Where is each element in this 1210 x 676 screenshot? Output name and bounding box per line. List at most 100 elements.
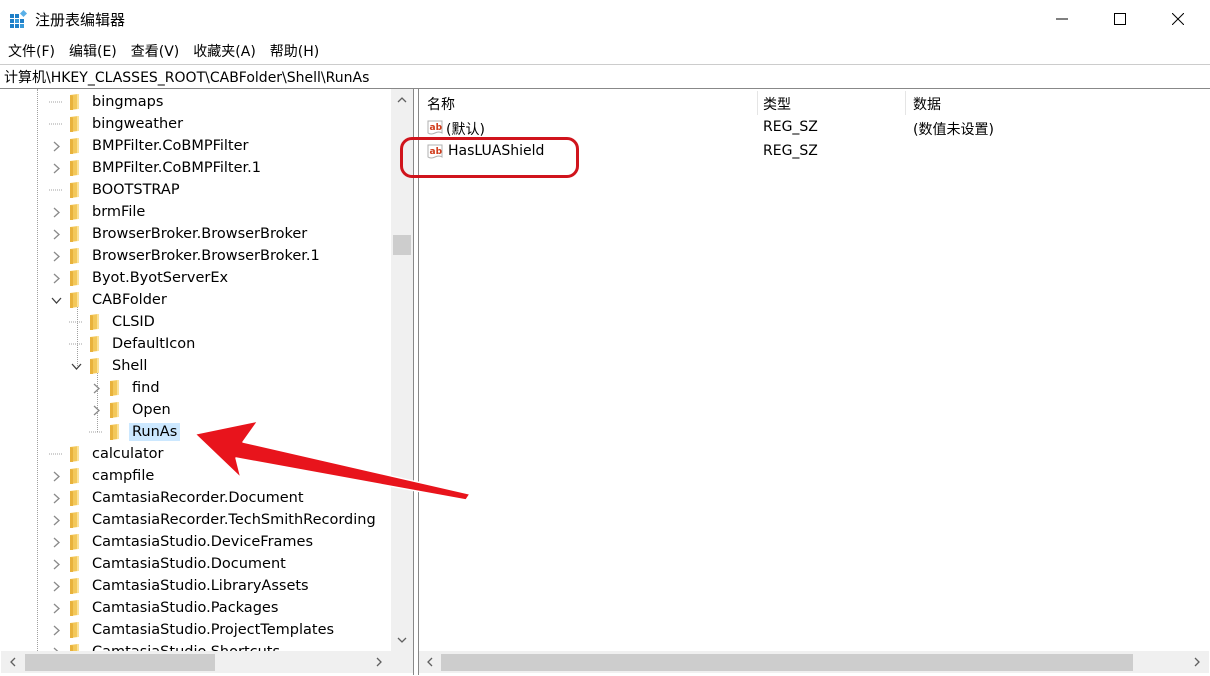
menu-view[interactable]: 查看(V)	[131, 39, 180, 63]
tree-item-bmpfilter-cobmpfilter-1[interactable]: BMPFilter.CoBMPFilter.1	[49, 157, 264, 179]
tree-vertical-scrollbar[interactable]	[391, 89, 413, 651]
chevron-right-icon[interactable]	[49, 271, 63, 285]
tree-item-label: CamtasiaStudio.Packages	[92, 600, 279, 616]
tree-item-label: find	[132, 380, 160, 396]
folder-icon	[107, 402, 121, 418]
chevron-down-icon[interactable]	[69, 359, 83, 373]
tree-item-label: brmFile	[92, 204, 146, 220]
tree-item-browserbroker-browserbroker[interactable]: BrowserBroker.BrowserBroker	[49, 223, 310, 245]
chevron-up-icon	[397, 97, 407, 103]
chevron-right-icon[interactable]	[49, 623, 63, 637]
column-header-name[interactable]: 名称	[419, 93, 757, 115]
value-row-default[interactable]: ab (默认) REG_SZ (数值未设置)	[419, 117, 1209, 141]
tree-item-bingmaps[interactable]: bingmaps	[49, 91, 166, 113]
scroll-down-button[interactable]	[391, 629, 413, 651]
chevron-right-icon[interactable]	[49, 535, 63, 549]
chevron-down-icon[interactable]	[49, 293, 63, 307]
address-bar[interactable]: 计算机\HKEY_CLASSES_ROOT\CABFolder\Shell\Ru…	[0, 64, 1210, 89]
close-button[interactable]	[1149, 0, 1207, 38]
tree-item-camtasiastudio-projecttemplates[interactable]: CamtasiaStudio.ProjectTemplates	[49, 619, 337, 641]
chevron-right-icon[interactable]	[49, 579, 63, 593]
menu-bar: 文件(F) 编辑(E) 查看(V) 收藏夹(A) 帮助(H)	[0, 38, 1210, 64]
chevron-right-icon[interactable]	[49, 491, 63, 505]
chevron-right-icon[interactable]	[49, 557, 63, 571]
chevron-right-icon[interactable]	[49, 205, 63, 219]
chevron-down-icon	[397, 637, 407, 643]
svg-text:ab: ab	[430, 123, 443, 133]
folder-icon	[67, 512, 81, 528]
tree-item-find[interactable]: find	[89, 377, 163, 399]
tree-item-camtasiarecorder-techsmithrecording[interactable]: CamtasiaRecorder.TechSmithRecording	[49, 509, 379, 531]
chevron-right-icon[interactable]	[49, 161, 63, 175]
chevron-right-icon[interactable]	[89, 403, 103, 417]
tree-vertical-scroll-thumb[interactable]	[393, 235, 411, 255]
value-name: (默认)	[446, 122, 485, 138]
chevron-right-icon[interactable]	[49, 227, 63, 241]
chevron-right-icon[interactable]	[49, 513, 63, 527]
value-data: (数值未设置)	[913, 122, 994, 138]
tree-item-campfile[interactable]: campfile	[49, 465, 157, 487]
tree-item-label: campfile	[92, 468, 155, 484]
folder-icon	[87, 314, 101, 330]
tree-item-bingweather[interactable]: bingweather	[49, 113, 186, 135]
folder-icon	[67, 248, 81, 264]
menu-help[interactable]: 帮助(H)	[270, 39, 319, 63]
chevron-right-icon[interactable]	[89, 381, 103, 395]
menu-edit[interactable]: 编辑(E)	[69, 39, 117, 63]
tree-item-camtasiastudio-deviceframes[interactable]: CamtasiaStudio.DeviceFrames	[49, 531, 316, 553]
tree-item-byot-byotserverex[interactable]: Byot.ByotServerEx	[49, 267, 231, 289]
tree-item-label: CamtasiaStudio.DeviceFrames	[92, 534, 314, 550]
tree-horizontal-scroll-thumb[interactable]	[25, 654, 215, 671]
tree-item-brmfile[interactable]: brmFile	[49, 201, 148, 223]
values-horizontal-scrollbar[interactable]	[419, 651, 1209, 673]
tree-item-camtasiastudio-packages[interactable]: CamtasiaStudio.Packages	[49, 597, 281, 619]
values-scroll-left-button[interactable]	[421, 651, 439, 673]
tree-item-clsid[interactable]: CLSID	[69, 311, 158, 333]
menu-file[interactable]: 文件(F)	[8, 39, 55, 63]
tree-item-label: Open	[132, 402, 171, 418]
column-header-data[interactable]: 数据	[905, 93, 1205, 115]
address-path[interactable]: 计算机\HKEY_CLASSES_ROOT\CABFolder\Shell\Ru…	[4, 67, 369, 87]
tree-item-bootstrap[interactable]: BOOTSTRAP	[49, 179, 183, 201]
tree-item-browserbroker-browserbroker-1[interactable]: BrowserBroker.BrowserBroker.1	[49, 245, 323, 267]
scroll-up-button[interactable]	[391, 89, 413, 111]
chevron-right-icon[interactable]	[49, 139, 63, 153]
tree-scroll-left-button[interactable]	[3, 651, 23, 673]
chevron-right-icon[interactable]	[49, 469, 63, 483]
tree-item-defaulticon[interactable]: DefaultIcon	[69, 333, 198, 355]
tree-item-cabfolder[interactable]: CABFolder	[49, 289, 170, 311]
tree-item-camtasiastudio-libraryassets[interactable]: CamtasiaStudio.LibraryAssets	[49, 575, 312, 597]
tree-item-label: CamtasiaStudio.LibraryAssets	[92, 578, 309, 594]
folder-icon	[67, 622, 81, 638]
tree-item-runas[interactable]: RunAs	[89, 421, 181, 443]
chevron-right-icon[interactable]	[49, 601, 63, 615]
tree-item-open[interactable]: Open	[89, 399, 174, 421]
column-header-type[interactable]: 类型	[755, 93, 905, 115]
minimize-button[interactable]	[1033, 0, 1091, 38]
minimize-icon	[1056, 18, 1068, 20]
maximize-icon	[1114, 13, 1126, 25]
tree-connector	[49, 447, 63, 461]
values-scroll-right-button[interactable]	[1187, 651, 1207, 673]
tree-item-calculator[interactable]: calculator	[49, 443, 166, 465]
tree-connector	[69, 315, 83, 329]
folder-icon	[67, 94, 81, 110]
chevron-left-icon	[427, 657, 433, 667]
menu-favorites[interactable]: 收藏夹(A)	[193, 39, 256, 63]
chevron-right-icon[interactable]	[49, 249, 63, 263]
value-row-hasluashield[interactable]: ab HasLUAShield REG_SZ	[419, 141, 1209, 165]
tree-item-shell[interactable]: Shell	[69, 355, 150, 377]
key-tree: bingmaps bingweather BMPFilter.CoBMPFilter…	[1, 89, 391, 651]
tree-item-camtasiastudio-document[interactable]: CamtasiaStudio.Document	[49, 553, 289, 575]
tree-item-label: BOOTSTRAP	[92, 182, 180, 198]
tree-horizontal-scrollbar[interactable]	[1, 651, 413, 673]
tree-connector	[49, 95, 63, 109]
folder-icon	[67, 468, 81, 484]
tree-item-camtasiarecorder-document[interactable]: CamtasiaRecorder.Document	[49, 487, 307, 509]
tree-item-camtasiastudio-shortcuts[interactable]: CamtasiaStudio.Shortcuts	[49, 641, 283, 651]
maximize-button[interactable]	[1091, 0, 1149, 38]
tree-item-bmpfilter-cobmpfilter[interactable]: BMPFilter.CoBMPFilter	[49, 135, 252, 157]
values-horizontal-scroll-thumb[interactable]	[441, 654, 1133, 671]
folder-icon	[67, 160, 81, 176]
tree-scroll-right-button[interactable]	[369, 651, 389, 673]
